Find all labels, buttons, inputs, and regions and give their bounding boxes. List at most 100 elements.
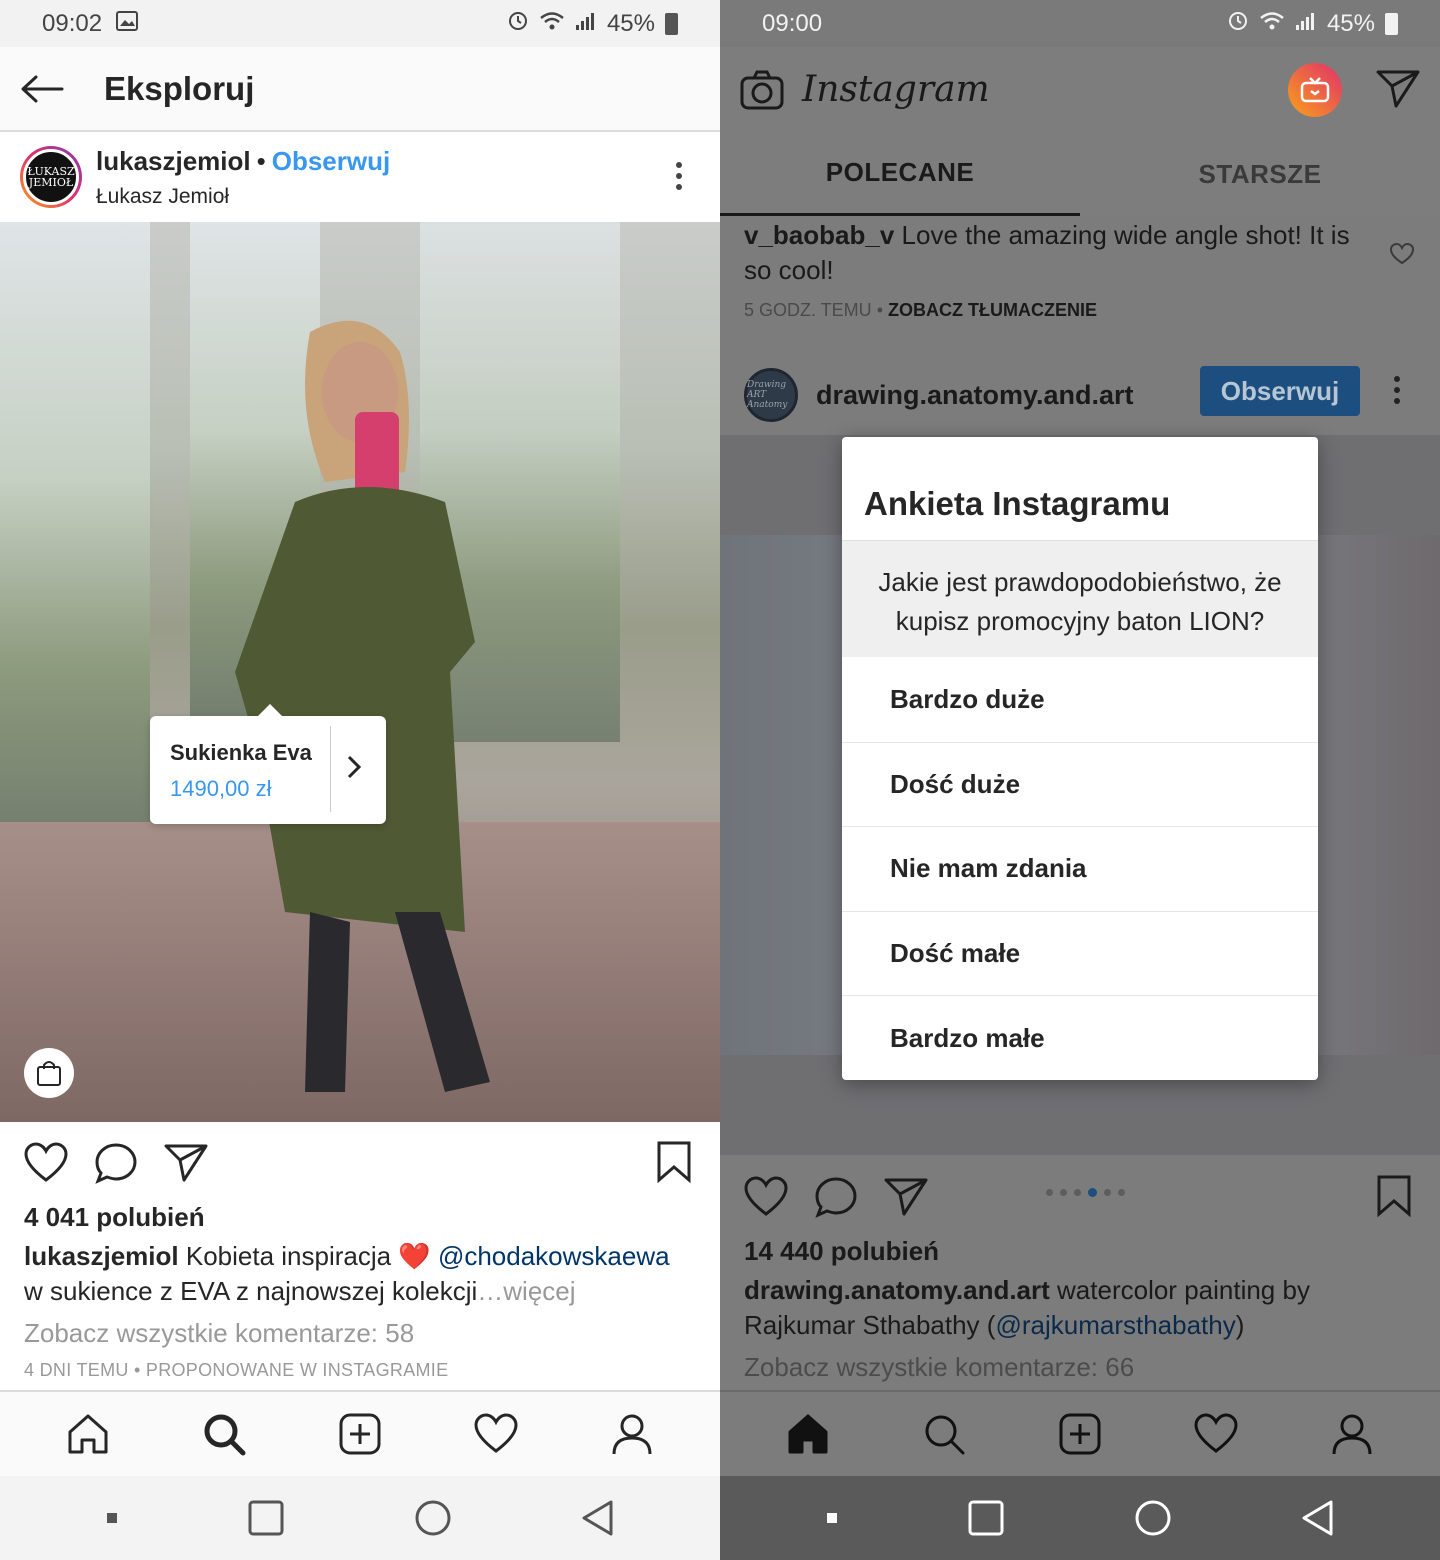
instagram-logo: Instagram	[802, 69, 990, 110]
view-all-comments[interactable]: Zobacz wszystkie komentarze: 66	[744, 1352, 1134, 1383]
share-send-icon[interactable]	[164, 1142, 208, 1184]
post-header: ŁUKASZ JEMIOŁ lukaszjemiol • Obserwuj Łu…	[0, 132, 720, 222]
like-heart-icon[interactable]	[24, 1142, 68, 1184]
caption-mention[interactable]: @chodakowskaewa	[438, 1241, 670, 1271]
overview-square-icon[interactable]	[968, 1500, 1004, 1536]
bookmark-icon[interactable]	[1376, 1174, 1412, 1218]
home-icon[interactable]	[66, 1412, 110, 1456]
android-nav-bar	[720, 1476, 1440, 1560]
caption-username[interactable]: lukaszjemiol	[24, 1241, 179, 1271]
likes-count[interactable]: 4 041 polubień	[24, 1202, 205, 1233]
caption-username[interactable]: drawing.anatomy.and.art	[744, 1275, 1050, 1305]
profile-icon[interactable]	[1330, 1412, 1374, 1456]
post-caption: lukaszjemiol Kobieta inspiracja ❤️ @chod…	[24, 1239, 704, 1309]
avatar[interactable]: ŁUKASZ JEMIOŁ	[20, 146, 82, 208]
battery-icon	[665, 12, 678, 35]
survey-dialog: Ankieta Instagramu Jakie jest prawdopodo…	[842, 437, 1318, 1080]
tag-divider	[330, 726, 331, 812]
back-triangle-icon[interactable]	[1301, 1499, 1335, 1537]
caption-heart-emoji: ❤️	[398, 1241, 431, 1271]
avatar[interactable]: Drawing ART Anatomy	[744, 368, 798, 422]
back-triangle-icon[interactable]	[581, 1499, 615, 1537]
survey-question: Jakie jest prawdopodobieństwo, że kupisz…	[842, 540, 1318, 657]
post-header: Drawing ART Anatomy drawing.anatomy.and.…	[720, 360, 1440, 430]
profile-icon[interactable]	[610, 1412, 654, 1456]
overview-square-icon[interactable]	[248, 1500, 284, 1536]
survey-option-no-opinion[interactable]: Nie mam zdania	[842, 826, 1318, 911]
camera-icon[interactable]	[740, 70, 784, 110]
carousel-dot	[1060, 1189, 1067, 1196]
shopping-bag-button[interactable]	[24, 1048, 74, 1098]
author-username[interactable]: lukaszjemiol	[96, 146, 251, 177]
chevron-right-icon[interactable]	[346, 754, 362, 780]
home-circle-icon[interactable]	[414, 1499, 452, 1537]
author-username[interactable]: drawing.anatomy.and.art	[816, 380, 1134, 411]
status-bar: 09:00 45%	[720, 0, 1440, 47]
status-bar: 09:02 45%	[0, 0, 720, 47]
igtv-button[interactable]	[1288, 63, 1342, 117]
top-comment: v_baobab_v Love the amazing wide angle s…	[744, 218, 1384, 288]
battery-percent: 45%	[1326, 9, 1375, 37]
recent-apps-dot-icon[interactable]	[105, 1511, 119, 1525]
add-post-icon[interactable]	[1058, 1412, 1102, 1456]
alarm-icon	[1227, 9, 1249, 38]
follow-button[interactable]: Obserwuj	[1200, 366, 1360, 416]
comment-time: 5 GODZ. TEMU	[744, 300, 872, 320]
carousel-indicator	[1046, 1188, 1125, 1197]
comment-icon[interactable]	[94, 1142, 138, 1184]
tab-older[interactable]: STARSZE	[1080, 132, 1440, 216]
add-post-icon[interactable]	[338, 1412, 382, 1456]
carousel-dot	[1046, 1189, 1053, 1196]
survey-title: Ankieta Instagramu	[864, 485, 1171, 522]
comment-icon[interactable]	[814, 1176, 858, 1218]
caption-more-link[interactable]: …więcej	[477, 1276, 575, 1306]
tab-recommended[interactable]: POLECANE	[720, 132, 1080, 216]
see-translation-link[interactable]: ZOBACZ TŁUMACZENIE	[888, 300, 1097, 320]
carousel-dot	[1074, 1189, 1081, 1196]
search-icon[interactable]	[922, 1412, 966, 1456]
activity-heart-icon[interactable]	[1194, 1413, 1238, 1455]
caption-close-paren: )	[1235, 1310, 1245, 1340]
back-arrow-icon	[21, 75, 64, 102]
battery-icon	[1385, 12, 1398, 35]
likes-count[interactable]: 14 440 polubień	[744, 1236, 939, 1267]
home-circle-icon[interactable]	[1134, 1499, 1172, 1537]
signal-icon	[575, 10, 597, 38]
direct-send-icon[interactable]	[1376, 69, 1420, 109]
post-author: lukaszjemiol • Obserwuj Łukasz Jemioł	[96, 146, 390, 209]
caption-mention[interactable]: @rajkumarsthabathy	[995, 1310, 1235, 1340]
feed-header: Instagram	[720, 47, 1440, 132]
gallery-notification-icon	[116, 10, 139, 38]
separator-dot: •	[256, 145, 266, 176]
carousel-dot	[1104, 1189, 1111, 1196]
share-send-icon[interactable]	[884, 1176, 928, 1218]
product-price: 1490,00 zł	[170, 776, 272, 801]
status-time: 09:02	[42, 9, 103, 37]
view-all-comments[interactable]: Zobacz wszystkie komentarze: 58	[24, 1318, 414, 1349]
post-photo[interactable]: Sukienka Eva 1490,00 zł	[0, 222, 720, 1122]
like-heart-icon[interactable]	[744, 1176, 788, 1218]
survey-option-very-low[interactable]: Bardzo małe	[842, 995, 1318, 1080]
more-options-icon[interactable]	[676, 162, 684, 195]
activity-heart-icon[interactable]	[474, 1413, 518, 1455]
signal-icon	[1295, 10, 1317, 38]
survey-option-fairly-high[interactable]: Dość duże	[842, 741, 1318, 827]
comment-username[interactable]: v_baobab_v	[744, 220, 894, 250]
recent-apps-dot-icon[interactable]	[825, 1511, 839, 1525]
survey-option-fairly-low[interactable]: Dość małe	[842, 910, 1318, 996]
bottom-tab-bar	[720, 1390, 1440, 1476]
left-screen: 09:02 45% Eksploruj ŁUKASZ JEMIOŁ lukasz…	[0, 0, 720, 1560]
more-options-icon[interactable]	[1394, 376, 1402, 409]
home-icon[interactable]	[786, 1412, 830, 1456]
follow-link[interactable]: Obserwuj	[272, 146, 390, 177]
back-button[interactable]	[0, 46, 84, 131]
survey-option-very-high[interactable]: Bardzo duże	[842, 657, 1318, 742]
comment-like-heart-icon[interactable]	[1390, 243, 1414, 265]
battery-percent: 45%	[606, 9, 655, 37]
status-right: 45%	[507, 9, 678, 38]
bookmark-icon[interactable]	[656, 1140, 692, 1184]
avatar-logo: ŁUKASZ JEMIOŁ	[23, 149, 79, 205]
search-icon[interactable]	[202, 1412, 246, 1456]
right-screen: 09:00 45% Instagram POLECANE STARSZE v_b	[720, 0, 1440, 1560]
product-tag[interactable]: Sukienka Eva 1490,00 zł	[150, 704, 386, 824]
